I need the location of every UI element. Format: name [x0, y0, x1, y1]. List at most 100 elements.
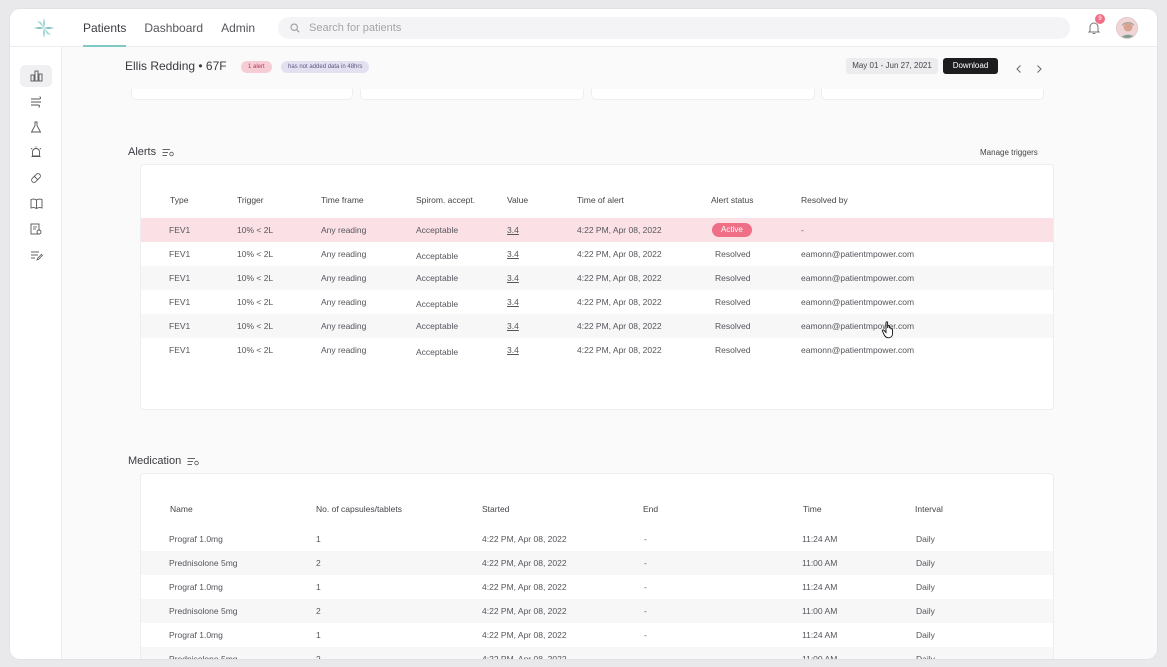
nav-patients[interactable]: Patients — [83, 9, 127, 47]
status-badge[interactable]: Active — [712, 223, 752, 237]
cell-resolved-by: - — [801, 225, 804, 235]
column-header[interactable]: Resolved by — [801, 195, 848, 205]
cell-started: 4:22 PM, Apr 08, 2022 — [482, 654, 567, 659]
top-bar: Patients Dashboard Admin 9 — [10, 9, 1157, 47]
cell-interval: Daily — [916, 630, 935, 640]
cell-value-link[interactable]: 3.4 — [507, 314, 519, 338]
cell-count: 1 — [316, 630, 321, 640]
cell-end: - — [644, 582, 647, 592]
search-icon — [290, 23, 300, 33]
nav-dashboard[interactable]: Dashboard — [144, 9, 203, 47]
search-bar — [278, 17, 1070, 39]
chevron-right-icon[interactable] — [1034, 61, 1044, 73]
filter-icon[interactable] — [187, 457, 199, 466]
notification-badge: 9 — [1095, 14, 1105, 24]
table-row[interactable]: FEV1 10% < 2L Any reading Acceptable 3.4… — [141, 338, 1053, 362]
cell-count: 1 — [316, 582, 321, 592]
hand-cursor-icon — [881, 321, 897, 339]
table-row[interactable]: Prednisolone 5mg 2 4:22 PM, Apr 08, 2022… — [141, 599, 1053, 623]
chevron-left-icon[interactable] — [1014, 61, 1024, 73]
patient-name: Ellis Redding • 67F — [125, 59, 227, 73]
table-row[interactable]: FEV1 10% < 2L Any reading Acceptable 3.4… — [141, 314, 1053, 338]
logo-icon[interactable] — [32, 16, 56, 40]
cell-value-link[interactable]: 3.4 — [507, 338, 519, 362]
column-header[interactable]: Time — [803, 504, 822, 514]
medication-section-title: Medication — [128, 455, 199, 467]
column-header[interactable]: Type — [170, 195, 188, 205]
column-header[interactable]: End — [643, 504, 658, 514]
table-row[interactable]: Prednisolone 5mg 2 4:22 PM, Apr 08, 2022… — [141, 647, 1053, 659]
filter-icon[interactable] — [162, 148, 174, 157]
cell-name: Prednisolone 5mg — [169, 654, 238, 659]
cell-value-link[interactable]: 3.4 — [507, 242, 519, 266]
column-header[interactable]: Time of alert — [577, 195, 624, 205]
table-row[interactable]: Prednisolone 5mg 2 4:22 PM, Apr 08, 2022… — [141, 551, 1053, 575]
table-row[interactable]: Prograf 1.0mg 1 4:22 PM, Apr 08, 2022 - … — [141, 575, 1053, 599]
prev-card — [360, 89, 584, 100]
cell-interval: Daily — [916, 606, 935, 616]
table-row[interactable]: Prograf 1.0mg 1 4:22 PM, Apr 08, 2022 - … — [141, 623, 1053, 647]
cell-type: FEV1 — [169, 345, 191, 355]
cell-value-link[interactable]: 3.4 — [507, 290, 519, 314]
date-range-picker[interactable]: May 01 - Jun 27, 2021 — [846, 58, 938, 74]
cell-status: Resolved — [715, 273, 751, 283]
cell-status: Resolved — [715, 345, 751, 355]
column-header[interactable]: Started — [482, 504, 509, 514]
table-row[interactable]: FEV1 10% < 2L Any reading Acceptable 3.4… — [141, 266, 1053, 290]
avatar[interactable] — [1116, 17, 1138, 39]
book-icon[interactable] — [20, 192, 52, 214]
column-header[interactable]: Value — [507, 195, 528, 205]
cell-resolved-by: eamonn@patientmpower.com — [801, 345, 915, 355]
column-header[interactable]: Trigger — [237, 195, 264, 205]
cell-spirometry: Acceptable — [416, 273, 459, 283]
bar-chart-icon[interactable] — [20, 65, 52, 87]
column-header[interactable]: No. of capsules/tablets — [316, 504, 402, 514]
cell-trigger: 10% < 2L — [237, 321, 274, 331]
column-header[interactable]: Time frame — [321, 195, 364, 205]
alerts-table: Type Trigger Time frame Spirom. accept. … — [140, 164, 1054, 410]
column-header[interactable]: Spirom. accept. — [416, 195, 475, 205]
cell-value-link[interactable]: 3.4 — [507, 218, 519, 242]
column-header[interactable]: Alert status — [711, 195, 754, 205]
app-window: Patients Dashboard Admin 9 — [10, 9, 1157, 659]
column-header[interactable]: Name — [170, 504, 193, 514]
report-icon[interactable] — [20, 218, 52, 240]
cell-time-frame: Any reading — [321, 345, 367, 355]
download-button[interactable]: Download — [943, 58, 998, 74]
medication-table: Name No. of capsules/tablets Started End… — [140, 473, 1054, 659]
nav-admin[interactable]: Admin — [221, 9, 255, 47]
cell-name: Prednisolone 5mg — [169, 558, 238, 568]
cell-end: - — [644, 654, 647, 659]
cell-spirometry: Acceptable — [416, 251, 459, 261]
main-nav: Patients Dashboard Admin — [83, 9, 273, 47]
main-content: Ellis Redding • 67F 1 alert has not adde… — [63, 47, 1157, 659]
table-row[interactable]: FEV1 10% < 2L Any reading Acceptable 3.4… — [141, 218, 1053, 242]
pill-icon[interactable] — [20, 167, 52, 189]
cell-time: 11:24 AM — [802, 534, 838, 544]
cell-trigger: 10% < 2L — [237, 273, 274, 283]
cell-type: FEV1 — [169, 273, 191, 283]
cell-value-link[interactable]: 3.4 — [507, 266, 519, 290]
table-row[interactable]: FEV1 10% < 2L Any reading Acceptable 3.4… — [141, 290, 1053, 314]
alerts-title: Alerts — [128, 146, 157, 158]
column-header[interactable]: Interval — [915, 504, 943, 514]
cell-interval: Daily — [916, 654, 935, 659]
search-input[interactable] — [309, 22, 1009, 34]
table-row[interactable]: Prograf 1.0mg 1 4:22 PM, Apr 08, 2022 - … — [141, 527, 1053, 551]
table-row[interactable]: FEV1 10% < 2L Any reading Acceptable 3.4… — [141, 242, 1053, 266]
manage-triggers-link[interactable]: Manage triggers — [980, 148, 1038, 157]
cell-trigger: 10% < 2L — [237, 249, 274, 259]
cell-interval: Daily — [916, 534, 935, 544]
cell-time-of-alert: 4:22 PM, Apr 08, 2022 — [577, 297, 662, 307]
flask-icon[interactable] — [20, 116, 52, 138]
cell-time-frame: Any reading — [321, 225, 367, 235]
cell-time-of-alert: 4:22 PM, Apr 08, 2022 — [577, 273, 662, 283]
alarm-icon[interactable] — [20, 141, 52, 163]
cell-status: Resolved — [715, 321, 751, 331]
cell-started: 4:22 PM, Apr 08, 2022 — [482, 534, 567, 544]
wind-icon[interactable] — [20, 91, 52, 113]
cell-time-frame: Any reading — [321, 249, 367, 259]
cell-time: 11:00 AM — [802, 558, 838, 568]
notes-icon[interactable] — [20, 244, 52, 266]
cell-time-of-alert: 4:22 PM, Apr 08, 2022 — [577, 249, 662, 259]
